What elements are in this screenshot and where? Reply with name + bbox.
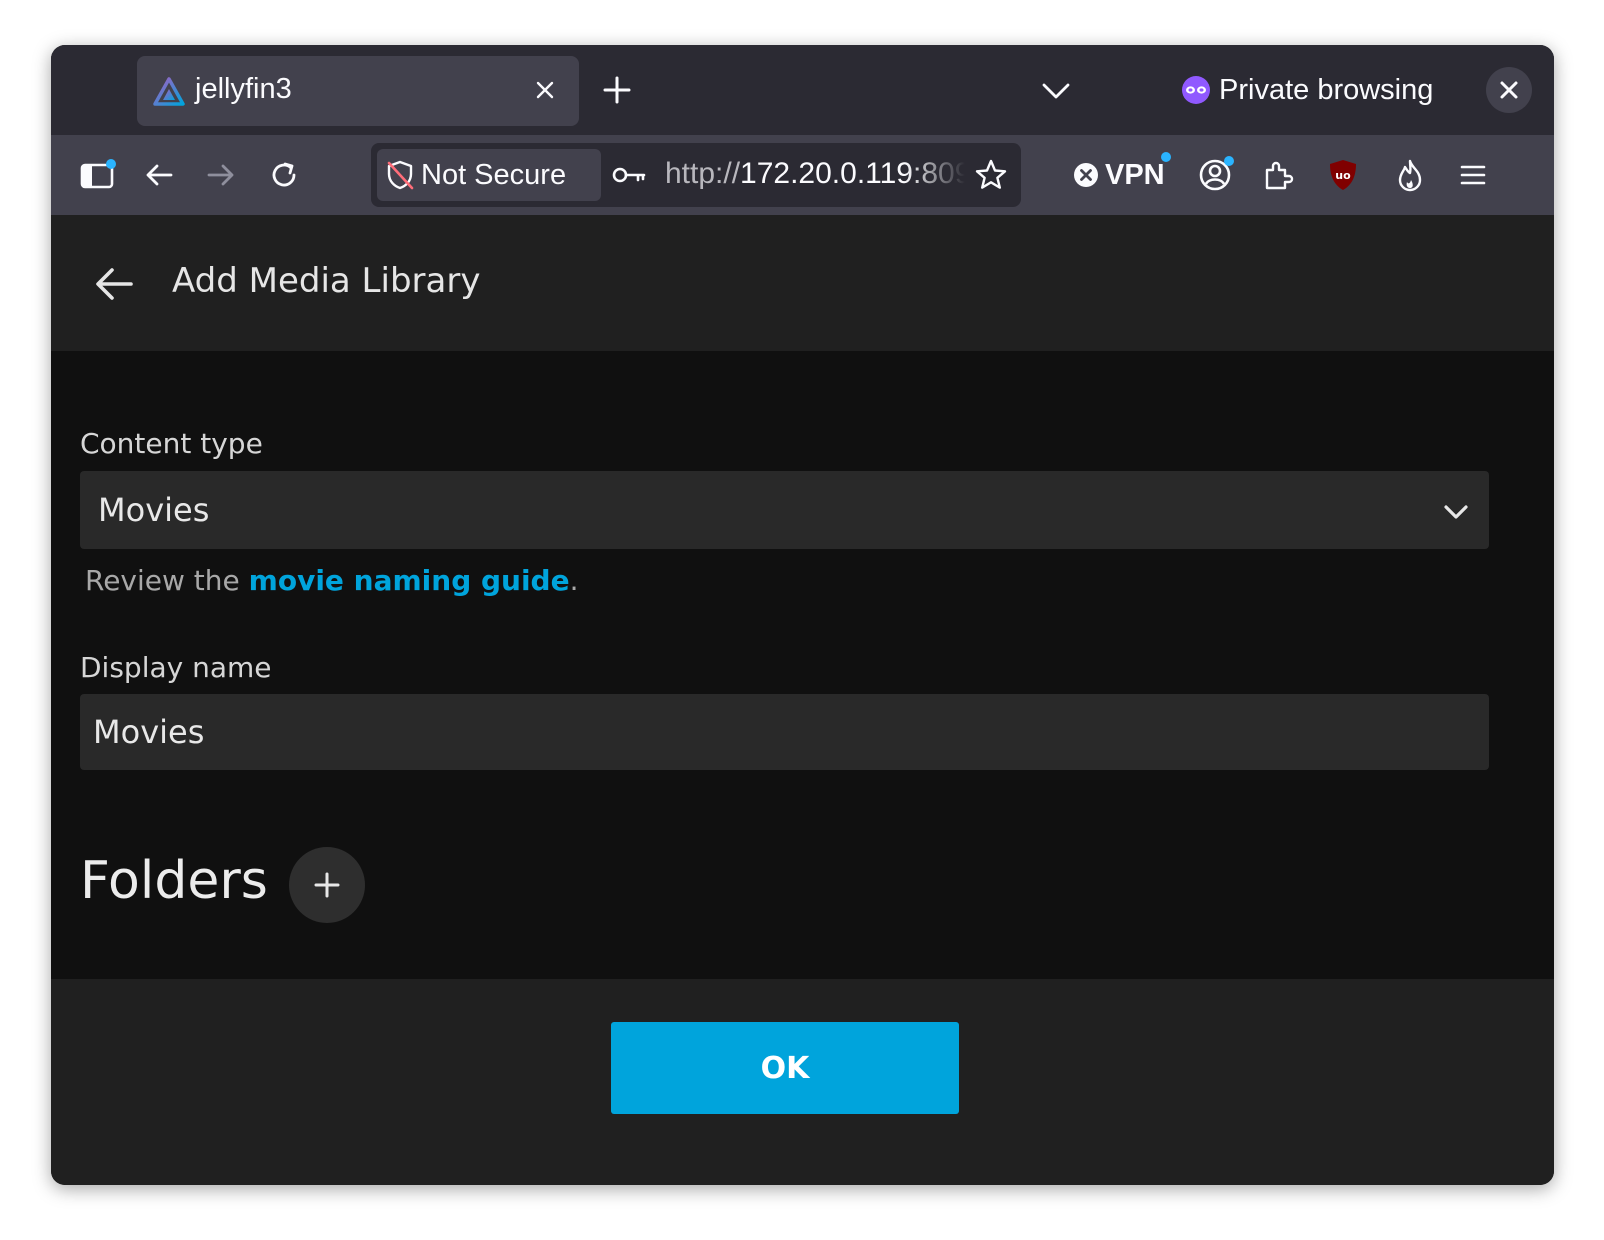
menu-button[interactable] xyxy=(1451,153,1495,197)
add-folder-button[interactable] xyxy=(289,847,365,923)
private-browsing-indicator: Private browsing xyxy=(1181,69,1433,111)
private-browsing-label: Private browsing xyxy=(1219,73,1434,106)
display-name-input[interactable] xyxy=(80,694,1489,770)
url-text[interactable]: http://172.20.0.119:8096 xyxy=(665,157,965,193)
flame-extension-button[interactable] xyxy=(1388,153,1432,197)
sidebar-toggle-button[interactable] xyxy=(75,153,119,197)
page-header: Add Media Library xyxy=(51,215,1554,351)
ok-button[interactable]: OK xyxy=(611,1022,959,1114)
folders-heading: Folders xyxy=(80,851,268,911)
ublock-shield-icon: uo xyxy=(1327,158,1359,192)
tab-list-chevron-icon[interactable] xyxy=(1036,71,1076,111)
content-type-value: Movies xyxy=(98,491,210,529)
vpn-button[interactable]: VPN xyxy=(1073,152,1171,197)
new-tab-button[interactable] xyxy=(596,69,638,111)
extensions-button[interactable] xyxy=(1256,153,1300,197)
chevron-down-icon xyxy=(1441,497,1471,527)
ublock-origin-button[interactable]: uo xyxy=(1321,153,1365,197)
content-type-label: Content type xyxy=(80,427,263,460)
browser-window: jellyfin3 Private browsing Not Secure ht… xyxy=(51,45,1554,1185)
not-secure-indicator[interactable]: Not Secure xyxy=(377,149,601,201)
tab-strip: jellyfin3 Private browsing xyxy=(51,45,1554,135)
account-icon xyxy=(1198,156,1234,192)
reload-button[interactable] xyxy=(262,153,306,197)
back-button[interactable] xyxy=(137,153,181,197)
page-title: Add Media Library xyxy=(172,261,481,301)
form-footer: OK xyxy=(51,979,1554,1185)
movie-naming-guide-link[interactable]: movie naming guide xyxy=(249,564,570,597)
window-close-button[interactable] xyxy=(1486,67,1532,113)
shield-strikethrough-icon xyxy=(385,159,415,191)
help-suffix: . xyxy=(569,564,579,597)
tab-title: jellyfin3 xyxy=(195,73,292,105)
tab-close-icon[interactable] xyxy=(529,74,561,106)
plus-icon xyxy=(312,870,342,900)
vpn-label: VPN xyxy=(1105,158,1165,191)
hamburger-menu-icon xyxy=(1458,160,1488,190)
display-name-label: Display name xyxy=(80,651,272,684)
forward-arrow-icon xyxy=(205,159,237,191)
vpn-off-icon xyxy=(1073,162,1099,188)
forward-button[interactable] xyxy=(199,153,243,197)
puzzle-piece-icon xyxy=(1261,158,1295,192)
add-library-form: Content type Movies Review the movie nam… xyxy=(51,351,1554,979)
url-host: 172.20.0.119:8096 xyxy=(740,157,965,190)
page-back-button[interactable] xyxy=(91,263,137,305)
help-prefix: Review the xyxy=(85,564,249,597)
content-type-select[interactable]: Movies xyxy=(80,471,1489,549)
tab-jellyfin[interactable]: jellyfin3 xyxy=(137,56,579,126)
jellyfin-icon xyxy=(153,76,185,108)
back-arrow-icon xyxy=(91,263,137,305)
private-mask-icon xyxy=(1181,75,1211,105)
svg-text:uo: uo xyxy=(1335,169,1351,182)
reload-icon xyxy=(268,159,300,191)
key-icon[interactable] xyxy=(611,159,647,191)
url-bar[interactable]: Not Secure http://172.20.0.119:8096 xyxy=(371,143,1021,207)
bookmark-star-icon[interactable] xyxy=(973,157,1009,193)
url-scheme: http:// xyxy=(665,157,741,190)
account-button[interactable] xyxy=(1193,153,1237,197)
naming-guide-help: Review the movie naming guide. xyxy=(85,564,579,597)
sidebar-icon xyxy=(80,159,116,190)
back-arrow-icon xyxy=(143,159,175,191)
navigation-toolbar: Not Secure http://172.20.0.119:8096 VPN xyxy=(51,135,1554,215)
flame-icon xyxy=(1394,158,1426,192)
not-secure-label: Not Secure xyxy=(421,158,567,191)
